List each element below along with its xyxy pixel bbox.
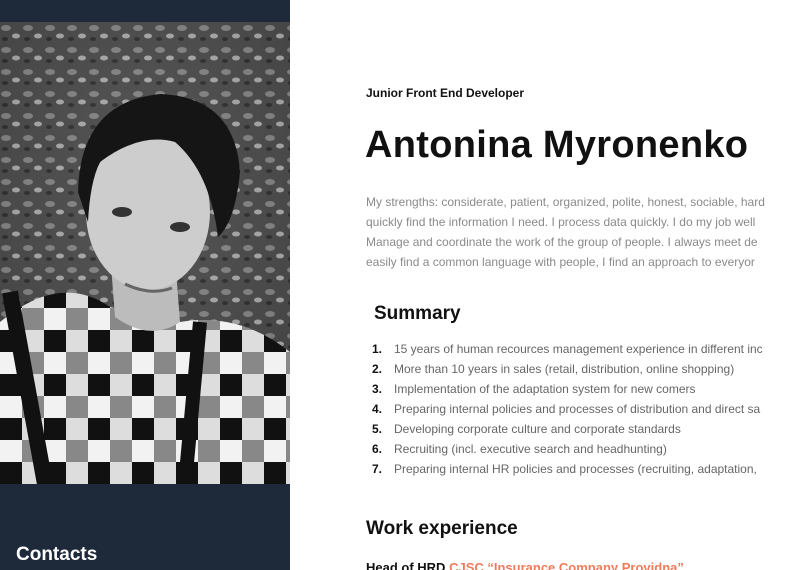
strengths-line: Manage and coordinate the work of the gr… [366,235,758,249]
work-item-heading: Head of HRD CJSC “Insurance Company Prov… [366,560,684,570]
summary-item-text: Recruiting (incl. executive search and h… [394,442,667,456]
summary-item: 7. Preparing internal HR policies and pro… [372,459,763,479]
work-role: Head of HRD [366,560,446,570]
job-title: Junior Front End Developer [366,86,525,100]
summary-item: 3. Implementation of the adaptation syste… [372,379,763,399]
strengths-line: easily find a common language with peopl… [366,255,755,269]
summary-item: 2. More than 10 years in sales (retail, d… [372,359,763,379]
work-company-link[interactable]: CJSC “Insurance Company Providna” [449,560,684,570]
work-experience-title: Work experience [366,518,518,539]
resume-main: Junior Front End Developer Antonina Myro… [290,0,795,570]
summary-item: 6. Recruiting (incl. executive search and… [372,439,763,459]
summary-item-number: 4. [372,402,383,416]
summary-item-number: 1. [372,342,383,356]
summary-item-text: 15 years of human recources management e… [394,342,763,356]
summary-item-text: Developing corporate culture and corpora… [394,422,681,436]
summary-item-number: 7. [372,462,383,476]
summary-item-text: Preparing internal policies and processe… [394,402,761,416]
summary-item-number: 3. [372,382,383,396]
summary-title: Summary [374,303,461,324]
profile-photo-image [0,22,290,484]
strengths-line: quickly find the information I need. I p… [366,215,756,229]
summary-item-number: 6. [372,442,383,456]
summary-item-number: 2. [372,362,383,376]
summary-item: 1. 15 years of human recources management… [372,339,763,359]
contacts-title: Contacts [16,544,98,565]
strengths-paragraph: My strengths: considerate, patient, orga… [366,192,795,272]
summary-list: 1. 15 years of human recources management… [372,339,763,479]
summary-item: 4. Preparing internal policies and proces… [372,399,763,419]
summary-item-number: 5. [372,422,383,436]
summary-item-text: Implementation of the adaptation system … [394,382,696,396]
sidebar: Contacts [0,0,290,570]
summary-item-text: Preparing internal HR policies and proce… [394,462,757,476]
person-name: Antonina Myronenko [365,124,749,166]
summary-item: 5. Developing corporate culture and corpo… [372,419,763,439]
strengths-line: My strengths: considerate, patient, orga… [366,195,765,209]
summary-item-text: More than 10 years in sales (retail, dis… [394,362,735,376]
profile-photo [0,22,290,484]
